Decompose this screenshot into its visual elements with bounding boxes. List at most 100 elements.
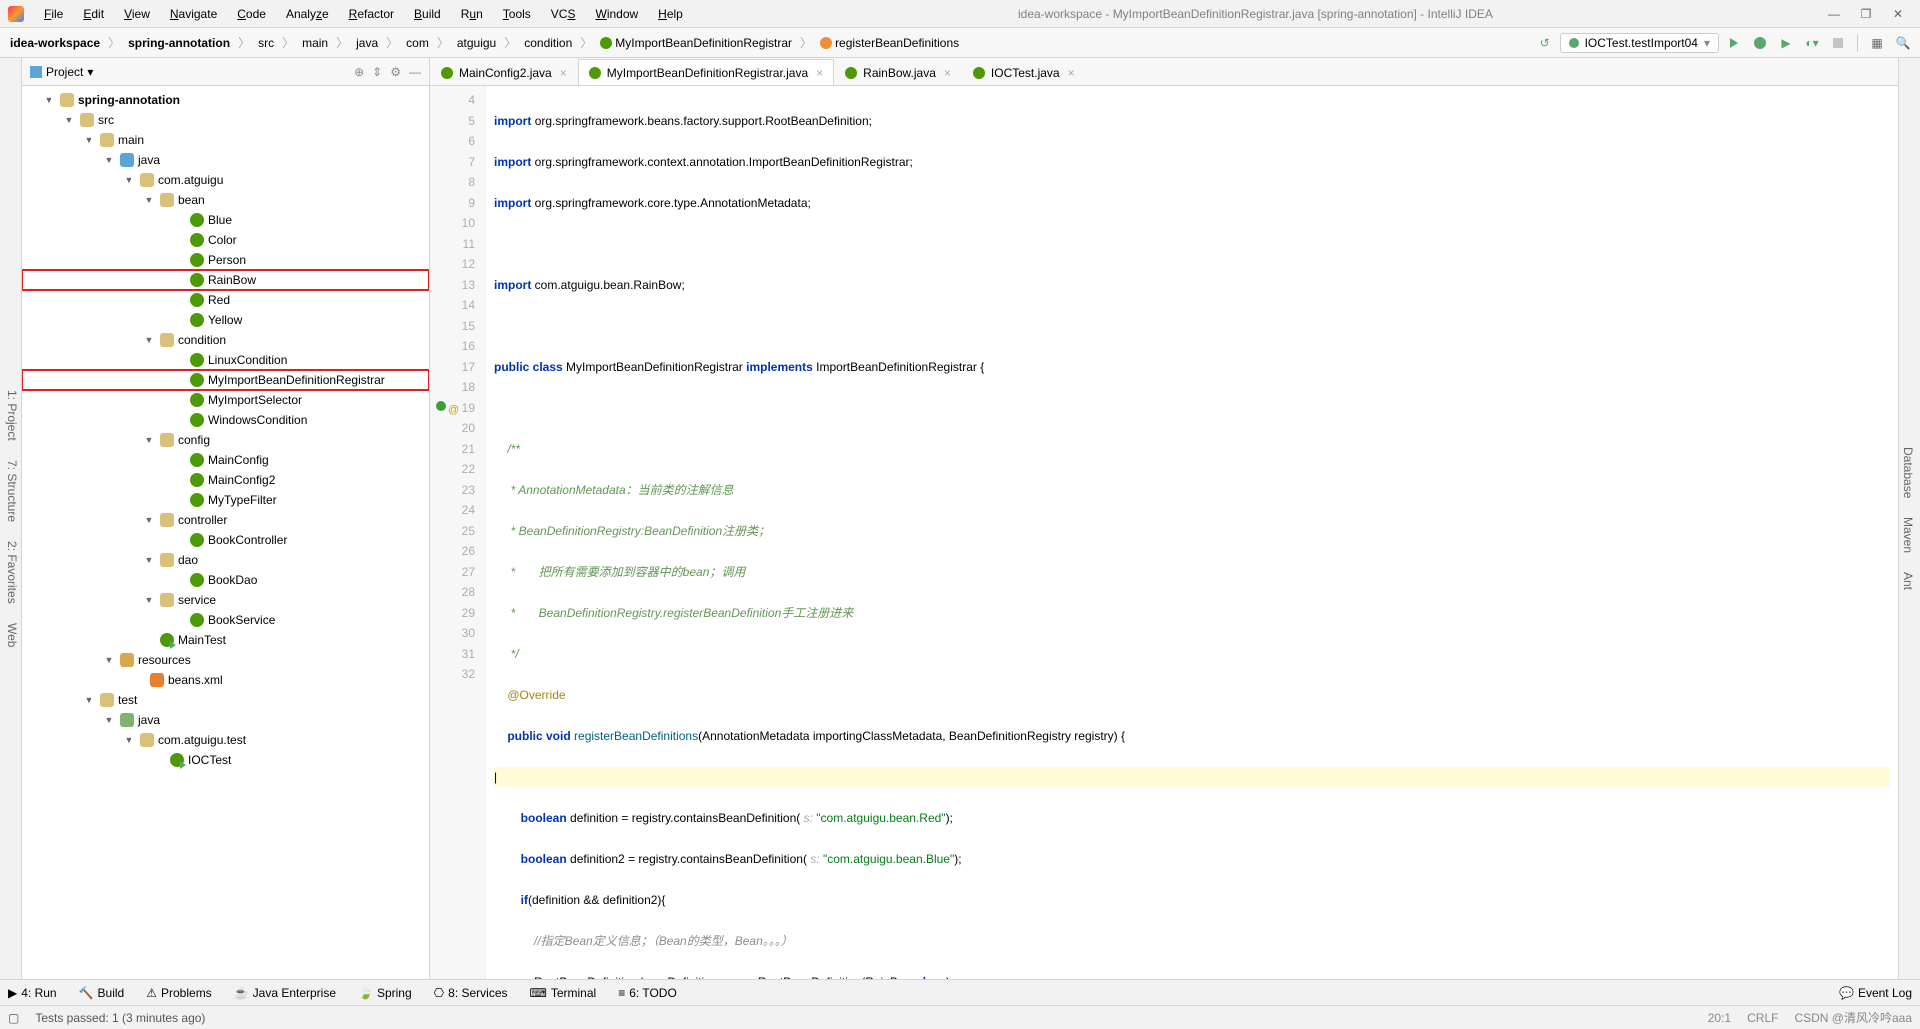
profile-button[interactable]: ◐▾ [1801, 32, 1823, 54]
menu-file[interactable]: File [36, 4, 71, 24]
event-log[interactable]: 💬 Event Log [1839, 986, 1912, 1000]
hide-button[interactable]: — [409, 65, 421, 79]
menu-help[interactable]: Help [650, 4, 691, 24]
tree-class-red[interactable]: Red [22, 290, 429, 310]
run-config-selector[interactable]: IOCTest.testImport04 ▾ [1560, 33, 1719, 53]
run-button[interactable] [1723, 32, 1745, 54]
menu-navigate[interactable]: Navigate [162, 4, 225, 24]
crumb-src[interactable]: src [254, 34, 278, 52]
crumb-method[interactable]: registerBeanDefinitions [816, 34, 963, 52]
tree-class-bookdao[interactable]: BookDao [22, 570, 429, 590]
tree-root[interactable]: spring-annotation [22, 90, 429, 110]
close-button[interactable]: ✕ [1884, 7, 1912, 21]
toolwin-run[interactable]: ▶ 4: Run [8, 986, 57, 1000]
settings-button[interactable]: ⚙ [390, 65, 401, 79]
select-opened-file-button[interactable]: ⊕ [354, 65, 364, 79]
toolwindow-toggle[interactable]: ▢ [8, 1011, 19, 1025]
toolwin-build[interactable]: 🔨 Build [79, 986, 125, 1000]
tree-class-maintest[interactable]: MainTest [22, 630, 429, 650]
menu-window[interactable]: Window [587, 4, 646, 24]
toolwin-terminal[interactable]: ⌨ Terminal [530, 986, 597, 1000]
close-icon[interactable]: × [944, 66, 951, 80]
tab-ioctest[interactable]: IOCTest.java× [962, 59, 1086, 85]
stop-button[interactable] [1827, 32, 1849, 54]
crumb-project[interactable]: spring-annotation [124, 34, 234, 52]
tree-class-mytypefilter[interactable]: MyTypeFilter [22, 490, 429, 510]
toolwin-services[interactable]: ⎔ 8: Services [434, 986, 508, 1000]
tree-test-java[interactable]: java [22, 710, 429, 730]
project-structure-button[interactable]: ▦ [1866, 32, 1888, 54]
menu-tools[interactable]: Tools [495, 4, 539, 24]
tree-class-person[interactable]: Person [22, 250, 429, 270]
crumb-workspace[interactable]: idea-workspace [6, 34, 104, 52]
maximize-button[interactable]: ❐ [1852, 7, 1880, 21]
tree-class-myimportregistrar[interactable]: MyImportBeanDefinitionRegistrar [22, 370, 429, 390]
tab-rainbow[interactable]: RainBow.java× [834, 59, 962, 85]
minimize-button[interactable]: — [1820, 7, 1848, 21]
caret-position[interactable]: 20:1 [1708, 1011, 1731, 1025]
tree-beansxml[interactable]: beans.xml [22, 670, 429, 690]
tree-class-myimportselector[interactable]: MyImportSelector [22, 390, 429, 410]
menu-run[interactable]: Run [453, 4, 491, 24]
tree-class-blue[interactable]: Blue [22, 210, 429, 230]
tree-class-mainconfig[interactable]: MainConfig [22, 450, 429, 470]
menu-code[interactable]: Code [229, 4, 274, 24]
tree-bean[interactable]: bean [22, 190, 429, 210]
build-button[interactable]: ↺ [1534, 32, 1556, 54]
menu-vcs[interactable]: VCS [543, 4, 584, 24]
coverage-button[interactable]: ▶ [1775, 32, 1797, 54]
tool-structure[interactable]: 7: Structure [5, 460, 19, 522]
tree-main[interactable]: main [22, 130, 429, 150]
tool-project[interactable]: 1: Project [5, 390, 19, 441]
tab-mainconfig2[interactable]: MainConfig2.java× [430, 59, 578, 85]
tree-controller[interactable]: controller [22, 510, 429, 530]
debug-button[interactable] [1749, 32, 1771, 54]
tree-src[interactable]: src [22, 110, 429, 130]
tool-ant[interactable]: Ant [1901, 572, 1915, 590]
toolwin-spring[interactable]: 🍃 Spring [358, 986, 412, 1000]
tree-config[interactable]: config [22, 430, 429, 450]
tool-database[interactable]: Database [1901, 447, 1915, 498]
close-icon[interactable]: × [1068, 66, 1075, 80]
tree-resources[interactable]: resources [22, 650, 429, 670]
tree-test-pkg[interactable]: com.atguigu.test [22, 730, 429, 750]
tree-class-ioctest[interactable]: IOCTest [22, 750, 429, 770]
override-gutter-icon[interactable] [436, 401, 446, 411]
close-icon[interactable]: × [560, 66, 567, 80]
crumb-condition[interactable]: condition [520, 34, 576, 52]
tree-class-mainconfig2[interactable]: MainConfig2 [22, 470, 429, 490]
tree-class-color[interactable]: Color [22, 230, 429, 250]
search-button[interactable]: 🔍 [1892, 32, 1914, 54]
menu-refactor[interactable]: Refactor [341, 4, 402, 24]
expand-all-button[interactable]: ⇕ [372, 65, 382, 79]
tree-class-windowscondition[interactable]: WindowsCondition [22, 410, 429, 430]
tool-web[interactable]: Web [5, 623, 19, 647]
toolwin-javaee[interactable]: ☕ Java Enterprise [234, 986, 336, 1000]
line-gutter[interactable]: 4567 891011 12131415 161718 @19 20212223… [430, 86, 486, 979]
code-content[interactable]: import import org.springframework.beans.… [486, 86, 1898, 979]
tree-pkg[interactable]: com.atguigu [22, 170, 429, 190]
tool-favorites[interactable]: 2: Favorites [5, 541, 19, 604]
tab-myimportregistrar[interactable]: MyImportBeanDefinitionRegistrar.java× [578, 59, 834, 85]
tool-maven[interactable]: Maven [1901, 517, 1915, 553]
crumb-atguigu[interactable]: atguigu [453, 34, 500, 52]
project-view-selector[interactable]: Project ▾ [30, 65, 93, 79]
tree-class-rainbow[interactable]: RainBow [22, 270, 429, 290]
crumb-main[interactable]: main [298, 34, 332, 52]
toolwin-problems[interactable]: ⚠ Problems [146, 986, 211, 1000]
project-tree[interactable]: spring-annotation src main java com.atgu… [22, 86, 429, 979]
menu-edit[interactable]: Edit [75, 4, 112, 24]
crumb-java[interactable]: java [352, 34, 382, 52]
close-icon[interactable]: × [816, 66, 823, 80]
line-separator[interactable]: CRLF [1747, 1011, 1778, 1025]
tree-service[interactable]: service [22, 590, 429, 610]
tree-class-bookcontroller[interactable]: BookController [22, 530, 429, 550]
crumb-class[interactable]: MyImportBeanDefinitionRegistrar [596, 34, 796, 52]
crumb-com[interactable]: com [402, 34, 433, 52]
menu-view[interactable]: View [116, 4, 158, 24]
menu-build[interactable]: Build [406, 4, 449, 24]
toolwin-todo[interactable]: ≡ 6: TODO [618, 986, 677, 1000]
tree-java[interactable]: java [22, 150, 429, 170]
menu-analyze[interactable]: Analyze [278, 4, 337, 24]
tree-condition[interactable]: condition [22, 330, 429, 350]
